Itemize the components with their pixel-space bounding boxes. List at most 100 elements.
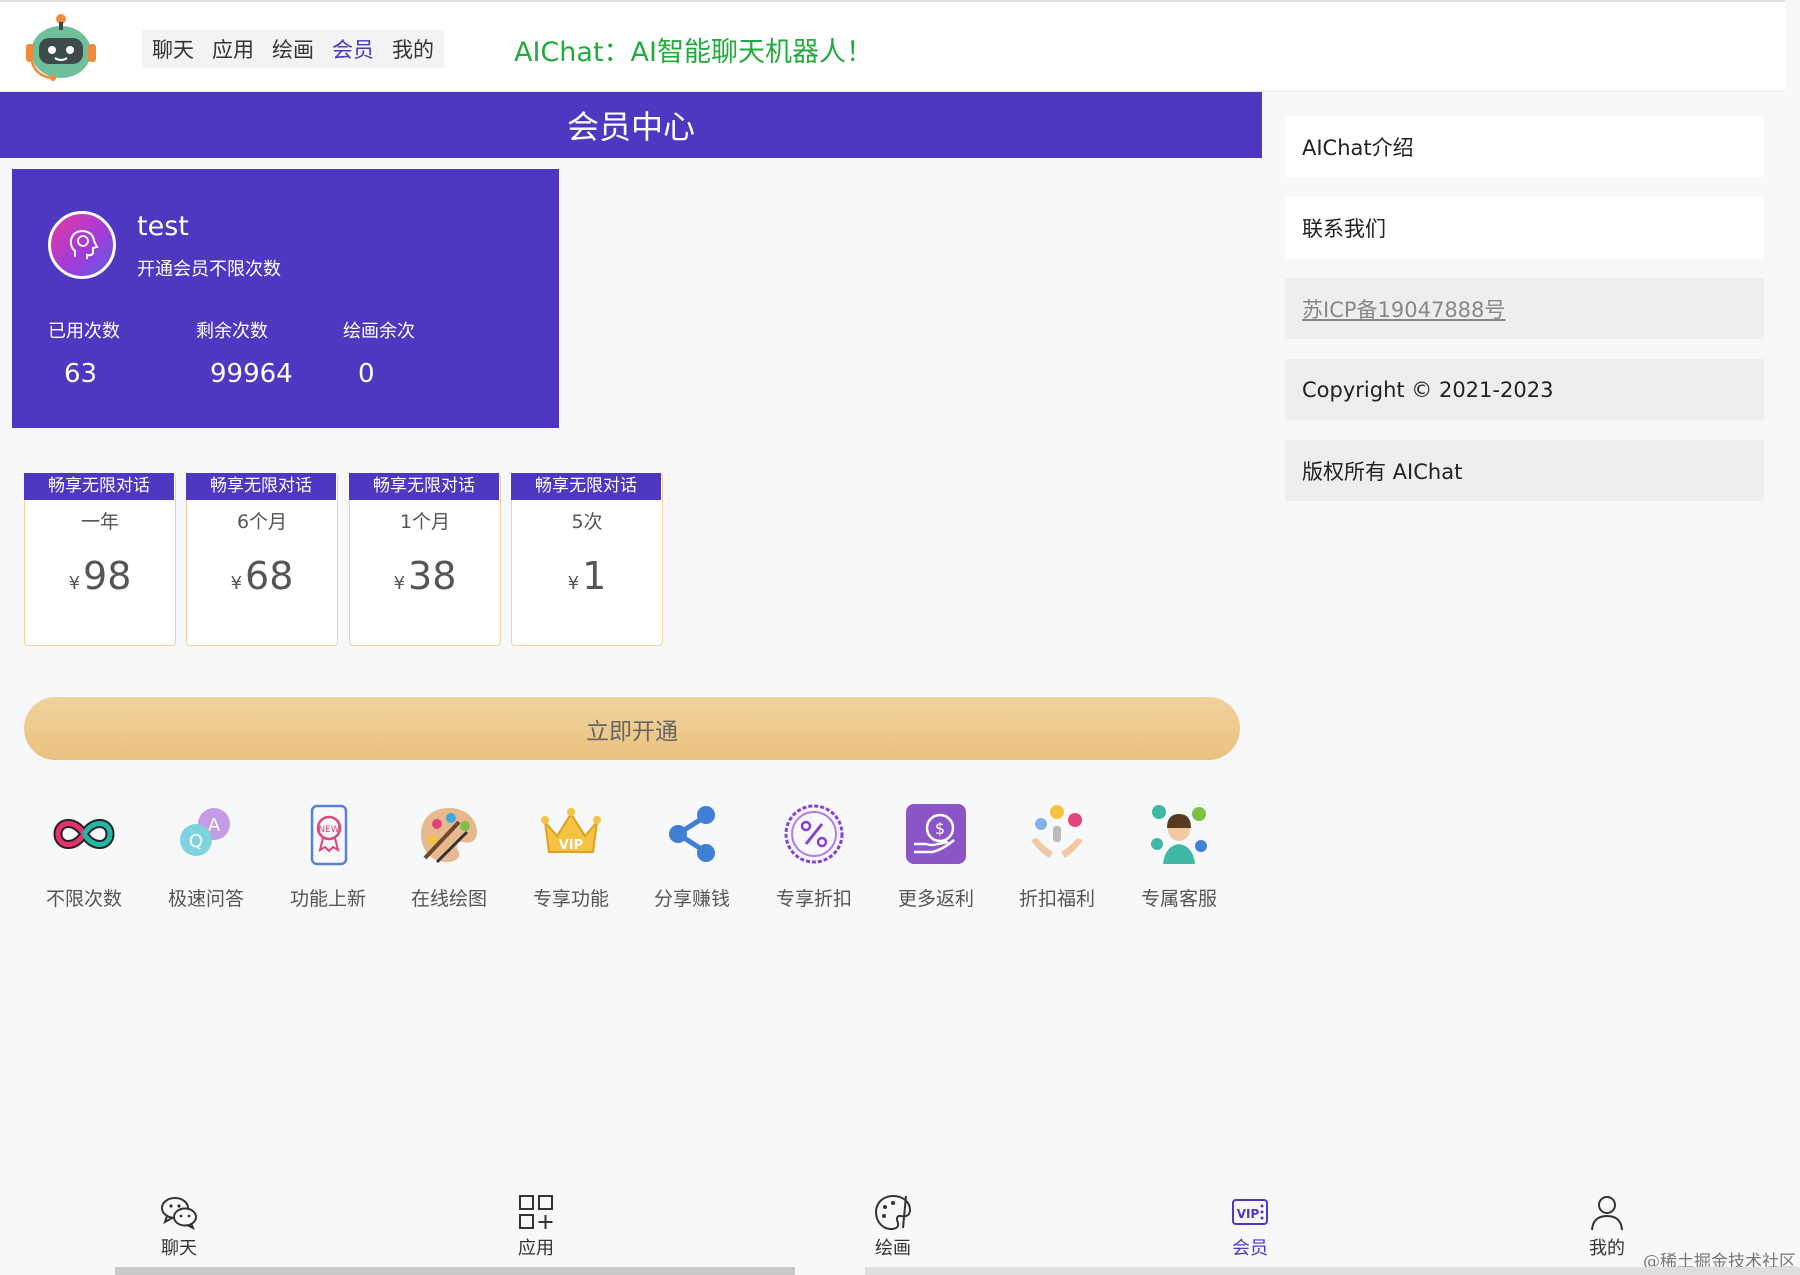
stat-draw-value: 0 [358, 359, 375, 389]
plan-card-1month[interactable]: 畅享无限对话 1个月 ¥38 [349, 473, 501, 646]
plan-tag: 畅享无限对话 [511, 473, 661, 500]
plan-price: ¥68 [187, 554, 337, 598]
plan-period: 1个月 [399, 511, 451, 533]
stat-used-value: 63 [64, 359, 98, 389]
sidebar-item-intro[interactable]: AIChat介绍 [1285, 116, 1764, 177]
tab-label: 聊天 [161, 1238, 197, 1259]
feature-label: 专享折扣 [775, 888, 852, 910]
username: test [137, 211, 189, 242]
currency-symbol: ¥ [393, 573, 406, 594]
tab-mine[interactable]: 我的 [1562, 1192, 1652, 1260]
vip-icon: VIP [1232, 1199, 1268, 1225]
apps-grid-icon [519, 1195, 553, 1229]
customer-service-icon [1151, 805, 1207, 864]
avatar[interactable] [48, 211, 116, 279]
user-icon [1591, 1196, 1623, 1231]
horizontal-scrollbar-track[interactable] [865, 1267, 1800, 1275]
plan-price-value: 68 [245, 554, 294, 598]
plan-card-year[interactable]: 畅享无限对话 一年 ¥98 [24, 473, 176, 646]
stat-used-label: 已用次数 [48, 321, 120, 342]
plan-period: 一年 [80, 511, 119, 533]
tab-label: 绘画 [875, 1238, 911, 1259]
plan-tag: 畅享无限对话 [186, 473, 336, 500]
svg-text:NEW: NEW [318, 825, 339, 835]
tab-draw[interactable]: 绘画 [848, 1192, 938, 1260]
feature-welfare[interactable]: 折扣福利 [1002, 800, 1112, 911]
feature-label: 更多返利 [897, 888, 974, 910]
new-badge-phone-icon: NEW [310, 804, 348, 866]
svg-text:Q: Q [189, 831, 203, 852]
tab-chat[interactable]: 聊天 [134, 1192, 224, 1260]
infinity-icon [53, 819, 115, 849]
feature-rebate[interactable]: $ 更多返利 [881, 800, 991, 911]
feature-exclusive[interactable]: VIP 专享功能 [516, 800, 626, 911]
robot-logo-icon[interactable] [22, 10, 100, 84]
stat-draw-label: 绘画余次 [343, 321, 415, 342]
sidebar-item-contact[interactable]: 联系我们 [1285, 197, 1764, 258]
currency-symbol: ¥ [230, 573, 243, 594]
feature-label: 不限次数 [45, 888, 122, 910]
palette-icon [421, 808, 477, 864]
plan-period: 6个月 [236, 511, 288, 533]
qa-bubbles-icon: A Q [180, 808, 230, 856]
tab-label: 会员 [1232, 1238, 1268, 1259]
feature-label: 专属客服 [1140, 888, 1217, 910]
feature-discount[interactable]: 专享折扣 [759, 800, 869, 911]
svg-text:VIP: VIP [1237, 1207, 1260, 1221]
plan-tag: 畅享无限对话 [349, 473, 499, 500]
plan-tag: 畅享无限对话 [24, 473, 174, 500]
feature-customer-service[interactable]: 专属客服 [1124, 800, 1234, 911]
plan-price-value: 38 [408, 554, 457, 598]
top-nav: 聊天 应用 绘画 会员 我的 [142, 30, 444, 68]
welfare-hands-icon [1031, 805, 1083, 858]
open-membership-button[interactable]: 立即开通 [24, 697, 1240, 760]
top-nav-vip[interactable]: 会员 [332, 34, 374, 64]
top-nav-chat[interactable]: 聊天 [152, 34, 194, 64]
plan-price: ¥98 [25, 554, 175, 598]
tab-label: 我的 [1589, 1238, 1625, 1259]
svg-text:VIP: VIP [559, 838, 583, 853]
feature-drawing[interactable]: 在线绘图 [394, 800, 504, 911]
feature-label: 功能上新 [289, 888, 366, 910]
feature-fast-qa[interactable]: A Q 极速问答 [151, 800, 261, 911]
bottom-nav: 聊天 应用 绘画 VIP 会员 我的 [0, 1192, 1800, 1268]
horizontal-scrollbar[interactable] [115, 1267, 795, 1275]
plan-price-value: 98 [83, 554, 132, 598]
tab-apps[interactable]: 应用 [491, 1192, 581, 1260]
top-header: 聊天 应用 绘画 会员 我的 AIChat：AI智能聊天机器人！ [0, 0, 1785, 92]
header-title: AIChat：AI智能聊天机器人！ [514, 37, 873, 68]
plan-price-value: 1 [582, 554, 607, 598]
wechat-icon [161, 1197, 197, 1231]
user-avatar-icon [69, 229, 99, 259]
share-icon [669, 806, 715, 862]
user-card: test 开通会员不限次数 已用次数 剩余次数 绘画余次 63 99964 0 [12, 169, 559, 428]
user-subtitle: 开通会员不限次数 [137, 259, 281, 280]
tab-vip[interactable]: VIP 会员 [1205, 1192, 1295, 1260]
feature-label: 极速问答 [167, 888, 244, 910]
page-title: 会员中心 [0, 92, 1262, 158]
top-nav-mine[interactable]: 我的 [392, 34, 434, 64]
feature-new[interactable]: NEW 功能上新 [273, 800, 383, 911]
plan-card-6months[interactable]: 畅享无限对话 6个月 ¥68 [186, 473, 338, 646]
vip-crown-icon: VIP [541, 808, 601, 853]
feature-share[interactable]: 分享赚钱 [637, 800, 747, 911]
stat-remaining-label: 剩余次数 [196, 321, 268, 342]
percent-badge-icon [784, 804, 844, 864]
sidebar-item-copyright: Copyright © 2021-2023 [1285, 359, 1764, 420]
feature-label: 分享赚钱 [653, 888, 730, 910]
svg-text:$: $ [935, 819, 945, 838]
currency-symbol: ¥ [567, 573, 580, 594]
sidebar-item-rights: 版权所有 AIChat [1285, 440, 1764, 501]
palette-brush-icon [874, 1194, 912, 1231]
plan-period: 5次 [571, 511, 603, 533]
plan-price: ¥1 [512, 554, 662, 598]
money-hand-icon: $ [906, 804, 966, 864]
plan-price: ¥38 [350, 554, 500, 598]
top-nav-apps[interactable]: 应用 [212, 34, 254, 64]
sidebar-item-icp[interactable]: 苏ICP备19047888号 [1285, 278, 1764, 339]
feature-label: 折扣福利 [1018, 888, 1095, 910]
feature-label: 专享功能 [532, 888, 609, 910]
top-nav-draw[interactable]: 绘画 [272, 34, 314, 64]
feature-unlimited[interactable]: 不限次数 [29, 800, 139, 911]
plan-card-5times[interactable]: 畅享无限对话 5次 ¥1 [511, 473, 663, 646]
